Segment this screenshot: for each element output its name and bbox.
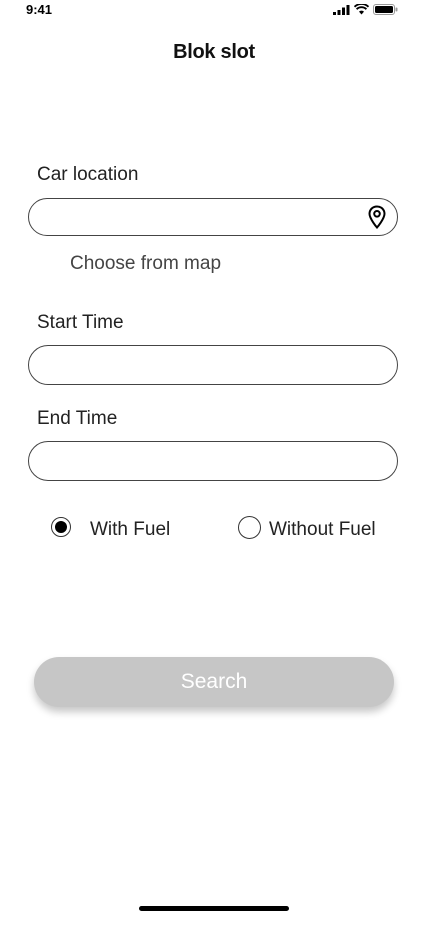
car-location-label: Car location	[37, 164, 139, 185]
without-fuel-label[interactable]: Without Fuel	[269, 519, 376, 541]
home-indicator	[139, 906, 289, 911]
battery-icon	[373, 4, 398, 15]
location-pin-icon[interactable]	[367, 205, 387, 229]
wifi-icon	[354, 4, 369, 15]
without-fuel-radio[interactable]	[238, 516, 261, 539]
search-button[interactable]: Search	[34, 657, 394, 707]
page-title: Blok slot	[173, 41, 255, 63]
with-fuel-label[interactable]: With Fuel	[90, 519, 170, 541]
signal-icon	[333, 4, 350, 15]
end-time-label: End Time	[37, 408, 118, 429]
status-time: 9:41	[26, 2, 53, 17]
car-location-input[interactable]	[28, 198, 398, 236]
end-time-input[interactable]	[28, 441, 398, 481]
start-time-label: Start Time	[37, 312, 124, 333]
with-fuel-radio[interactable]	[51, 517, 71, 537]
start-time-input[interactable]	[28, 345, 398, 385]
choose-from-map-link[interactable]: Choose from map	[70, 253, 221, 275]
status-icons	[333, 4, 398, 15]
